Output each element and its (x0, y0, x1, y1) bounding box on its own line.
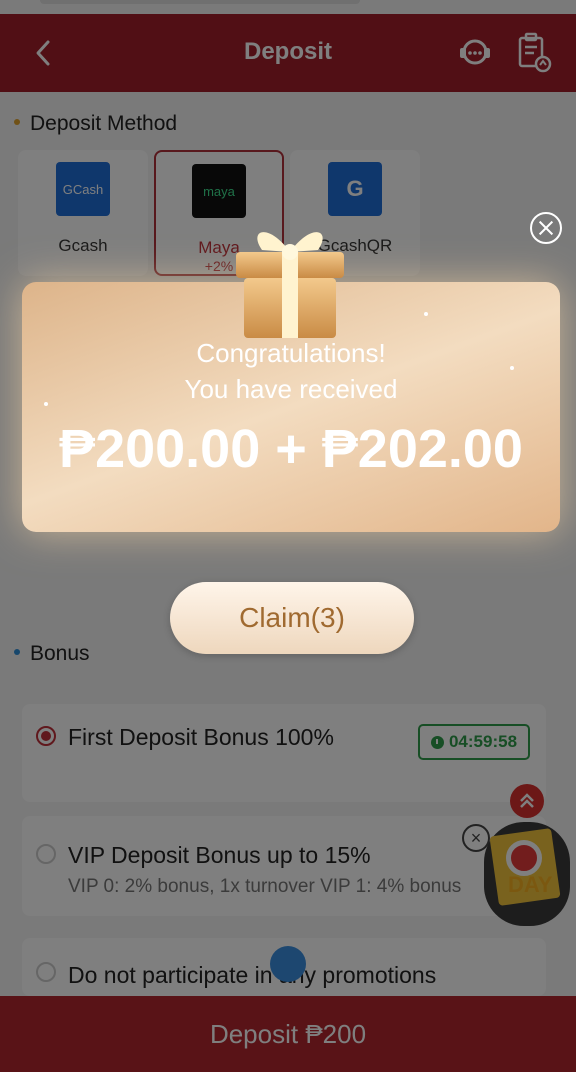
close-popup-icon[interactable] (530, 212, 562, 244)
claim-button[interactable]: Claim(3) (170, 582, 414, 654)
reward-amount: ₱200.00 + ₱202.00 (59, 419, 523, 479)
gift-box-icon (236, 232, 344, 338)
received-text: You have received (184, 374, 398, 404)
sparkle (424, 312, 428, 316)
modal-overlay (0, 0, 576, 1072)
congratulations-text: Congratulations! (196, 338, 386, 368)
